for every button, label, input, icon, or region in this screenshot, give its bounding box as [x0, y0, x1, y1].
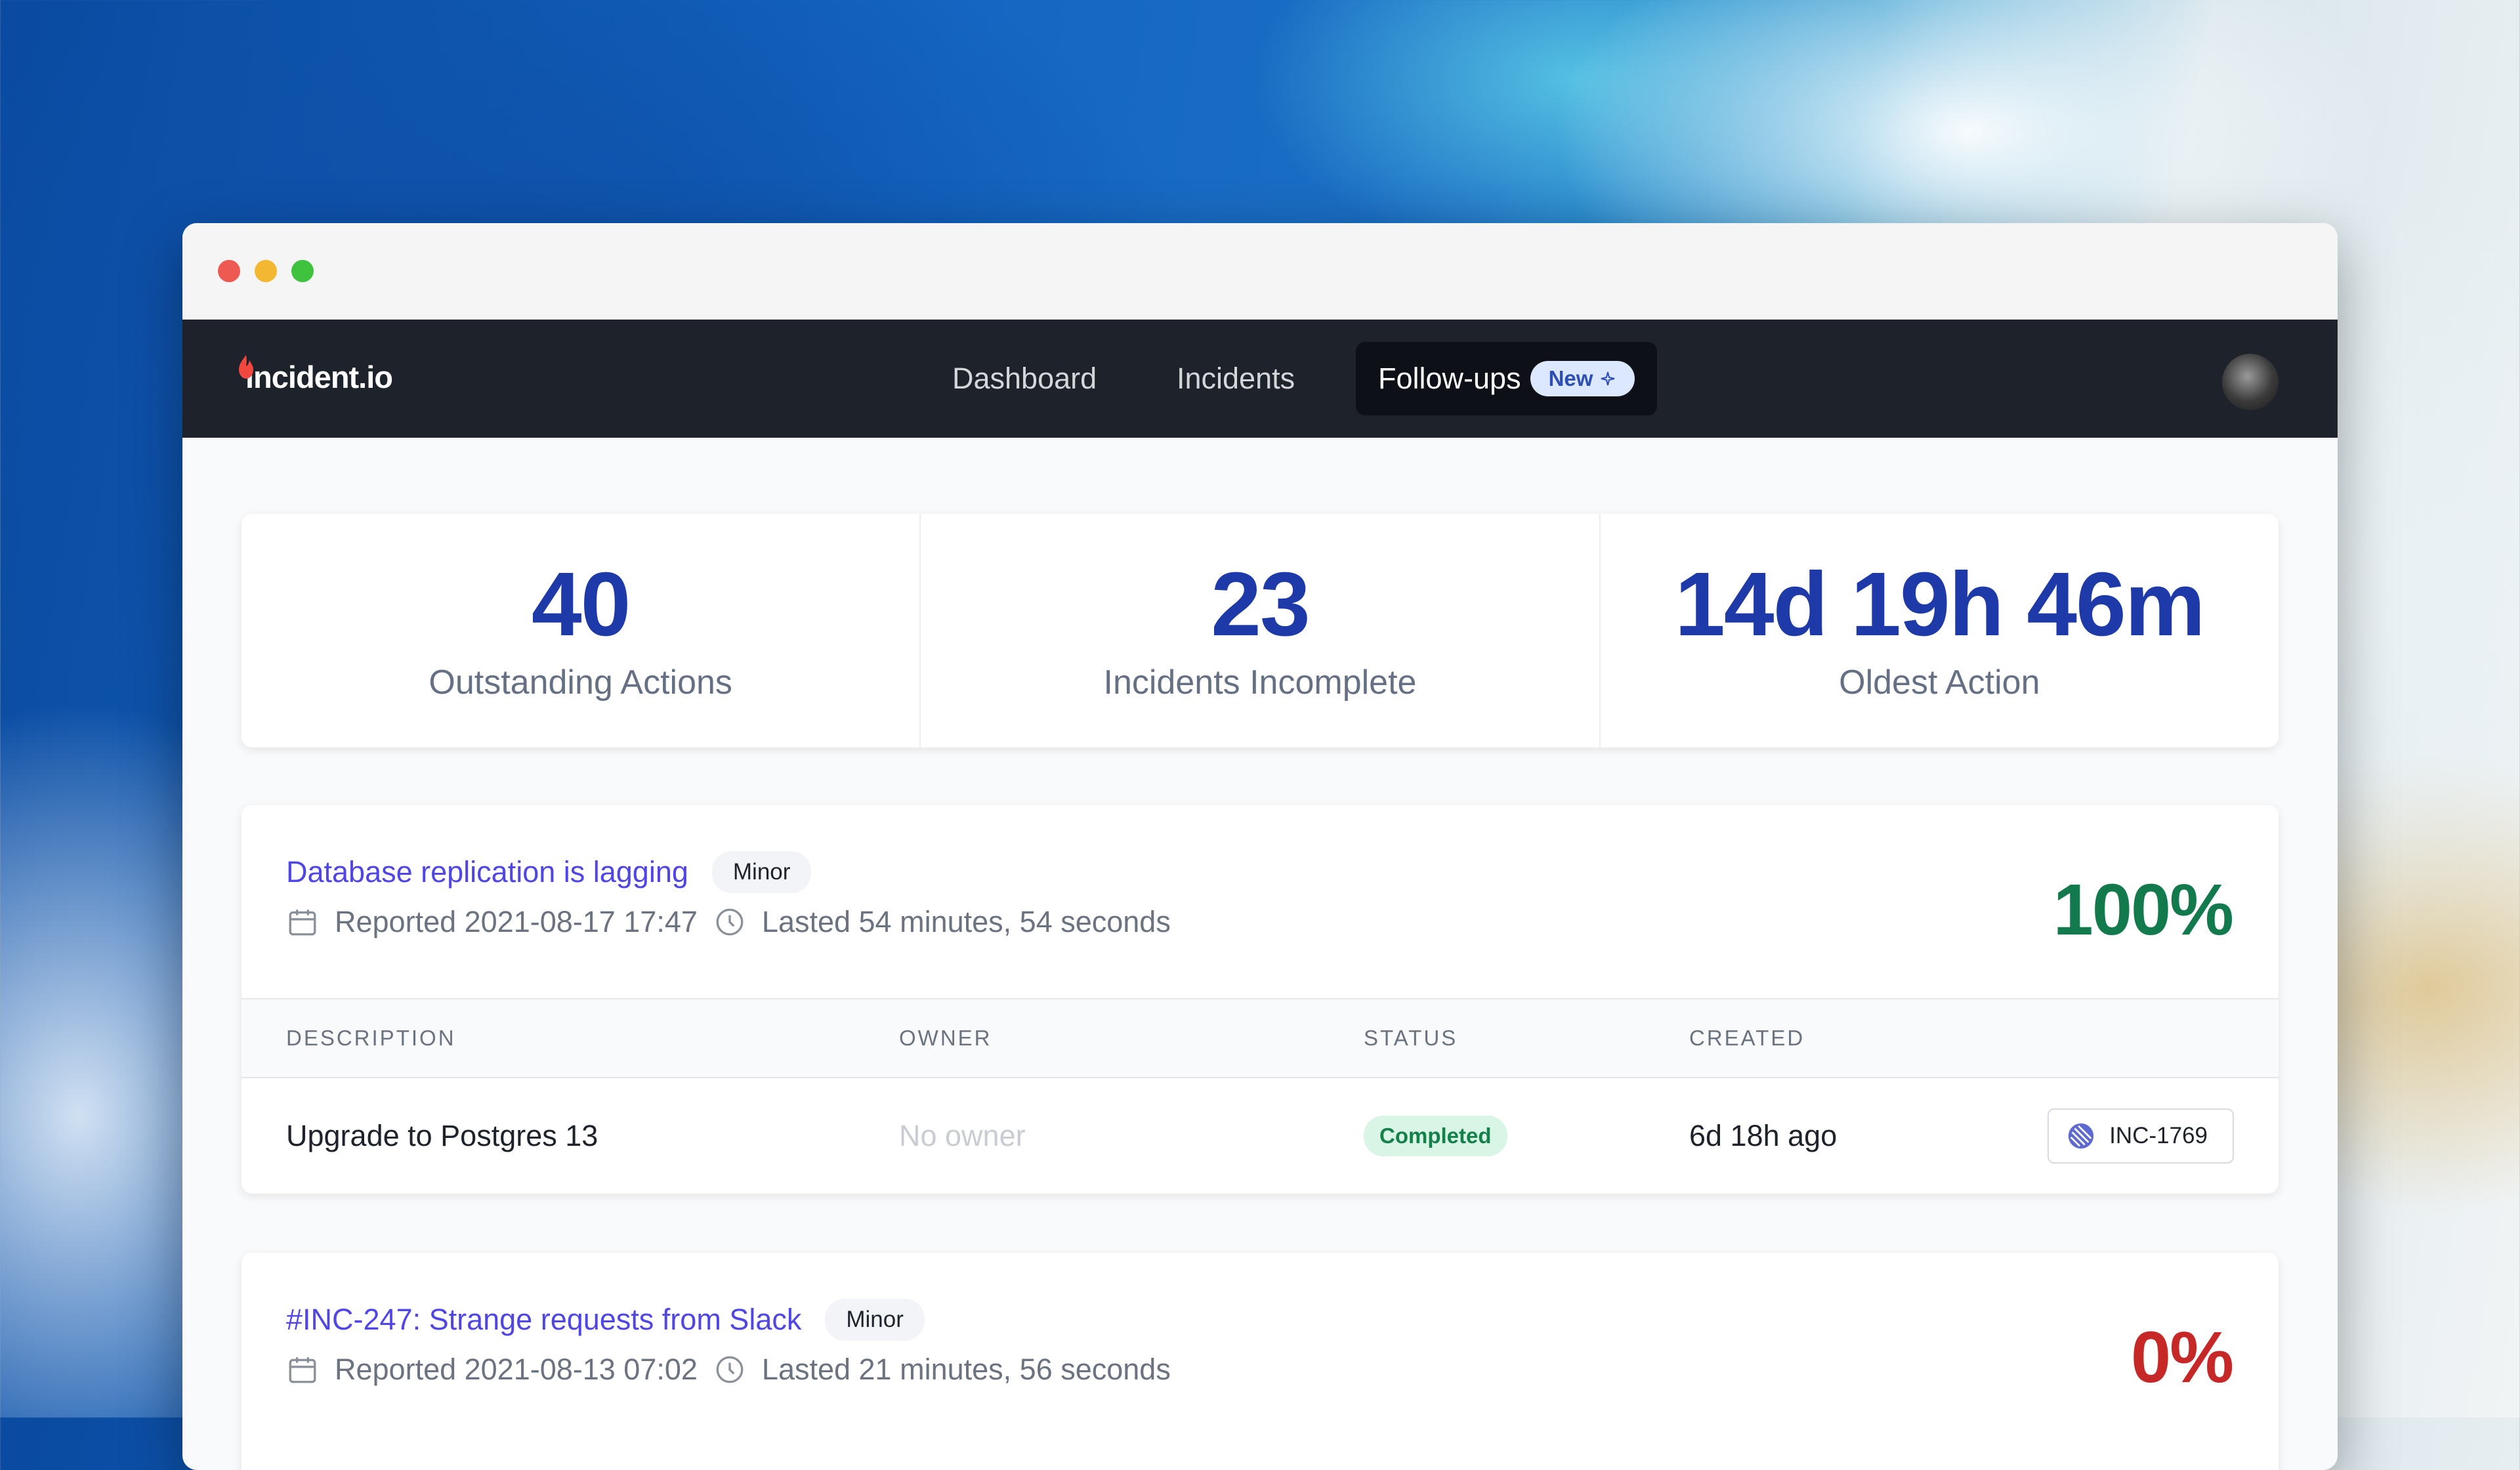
incident-card: Database replication is lagging Minor Re… — [242, 805, 2278, 1194]
nav-follow-ups[interactable]: Follow-ups New — [1356, 342, 1658, 415]
action-created: 6d 18h ago — [1689, 1119, 1838, 1152]
incident-title-link[interactable]: Database replication is lagging — [286, 855, 688, 889]
completion-percentage: 100% — [2053, 870, 2234, 950]
column-header-status: STATUS — [1364, 1026, 1458, 1050]
stat-incidents-incomplete: 23 Incidents Incomplete — [921, 514, 1601, 747]
stat-label: Oldest Action — [1839, 663, 2040, 702]
incident-title-row: #INC-247: Strange requests from Slack Mi… — [286, 1299, 925, 1341]
status-badge: Completed — [1364, 1116, 1507, 1156]
new-badge: New — [1530, 361, 1635, 396]
calendar-icon — [289, 910, 316, 936]
incident-meta: Reported 2021-08-17 17:47 Lasted 54 minu… — [286, 905, 1171, 939]
reported-time: Reported 2021-08-13 07:02 — [335, 1353, 698, 1386]
new-badge-label: New — [1548, 366, 1593, 390]
stat-value: 23 — [1211, 554, 1310, 655]
window-titlebar — [182, 223, 2338, 320]
stat-label: Incidents Incomplete — [1103, 663, 1417, 702]
close-window-button[interactable] — [218, 260, 240, 282]
linear-icon — [2068, 1123, 2094, 1149]
stats-panel: 40 Outstanding Actions 23 Incidents Inco… — [242, 514, 2278, 747]
main-content: 40 Outstanding Actions 23 Incidents Inco… — [182, 514, 2338, 1470]
nav-dashboard[interactable]: Dashboard — [952, 320, 1097, 438]
incident-io-logo[interactable]: incident.io — [239, 354, 393, 400]
incident-title-link[interactable]: #INC-247: Strange requests from Slack — [286, 1303, 801, 1337]
column-header-owner: OWNER — [899, 1026, 992, 1050]
action-owner[interactable]: No owner — [899, 1078, 1026, 1194]
sparkle-icon — [1601, 371, 1615, 386]
completion-percentage: 0% — [2131, 1317, 2234, 1398]
stat-label: Outstanding Actions — [429, 663, 732, 702]
actions-table-header: DESCRIPTION OWNER STATUS CREATED — [242, 998, 2278, 1078]
calendar-icon — [289, 1357, 316, 1383]
maximize-window-button[interactable] — [291, 260, 314, 282]
incident-card-header: #INC-247: Strange requests from Slack Mi… — [242, 1253, 2278, 1446]
clock-icon — [716, 1356, 744, 1383]
incident-title-row: Database replication is lagging Minor — [286, 851, 812, 893]
stat-value: 14d 19h 46m — [1675, 554, 2205, 655]
minimize-window-button[interactable] — [255, 260, 277, 282]
clock-icon — [716, 908, 744, 936]
flame-icon — [239, 355, 253, 379]
column-header-created: CREATED — [1689, 1026, 1805, 1050]
top-navbar: incident.io Dashboard Incidents Follow-u… — [182, 320, 2338, 438]
incident-meta: Reported 2021-08-13 07:02 Lasted 21 minu… — [286, 1353, 1171, 1387]
lasted-duration: Lasted 54 minutes, 54 seconds — [761, 905, 1171, 938]
browser-window: incident.io Dashboard Incidents Follow-u… — [182, 223, 2338, 1470]
linear-issue-link[interactable]: INC-1769 — [2048, 1108, 2234, 1164]
action-description: Upgrade to Postgres 13 — [286, 1119, 598, 1152]
logo-text: incident.io — [245, 359, 393, 394]
user-avatar[interactable] — [2222, 354, 2278, 410]
incident-card-header: Database replication is lagging Minor Re… — [242, 805, 2278, 998]
reported-time: Reported 2021-08-17 17:47 — [335, 905, 698, 938]
lasted-duration: Lasted 21 minutes, 56 seconds — [761, 1353, 1171, 1386]
action-status: Completed — [1364, 1078, 1507, 1194]
stat-oldest-action: 14d 19h 46m Oldest Action — [1601, 514, 2278, 747]
incident-card: #INC-247: Strange requests from Slack Mi… — [242, 1253, 2278, 1470]
issue-ref-label: INC-1769 — [2109, 1123, 2208, 1148]
severity-badge: Minor — [825, 1299, 925, 1341]
stat-outstanding-actions: 40 Outstanding Actions — [242, 514, 921, 747]
stat-value: 40 — [531, 554, 631, 655]
column-header-description: DESCRIPTION — [286, 1026, 456, 1050]
nav-incidents[interactable]: Incidents — [1177, 320, 1295, 438]
severity-badge: Minor — [711, 851, 812, 893]
table-row[interactable]: Upgrade to Postgres 13 No owner Complete… — [242, 1078, 2278, 1194]
nav-follow-ups-label: Follow-ups — [1378, 362, 1521, 395]
